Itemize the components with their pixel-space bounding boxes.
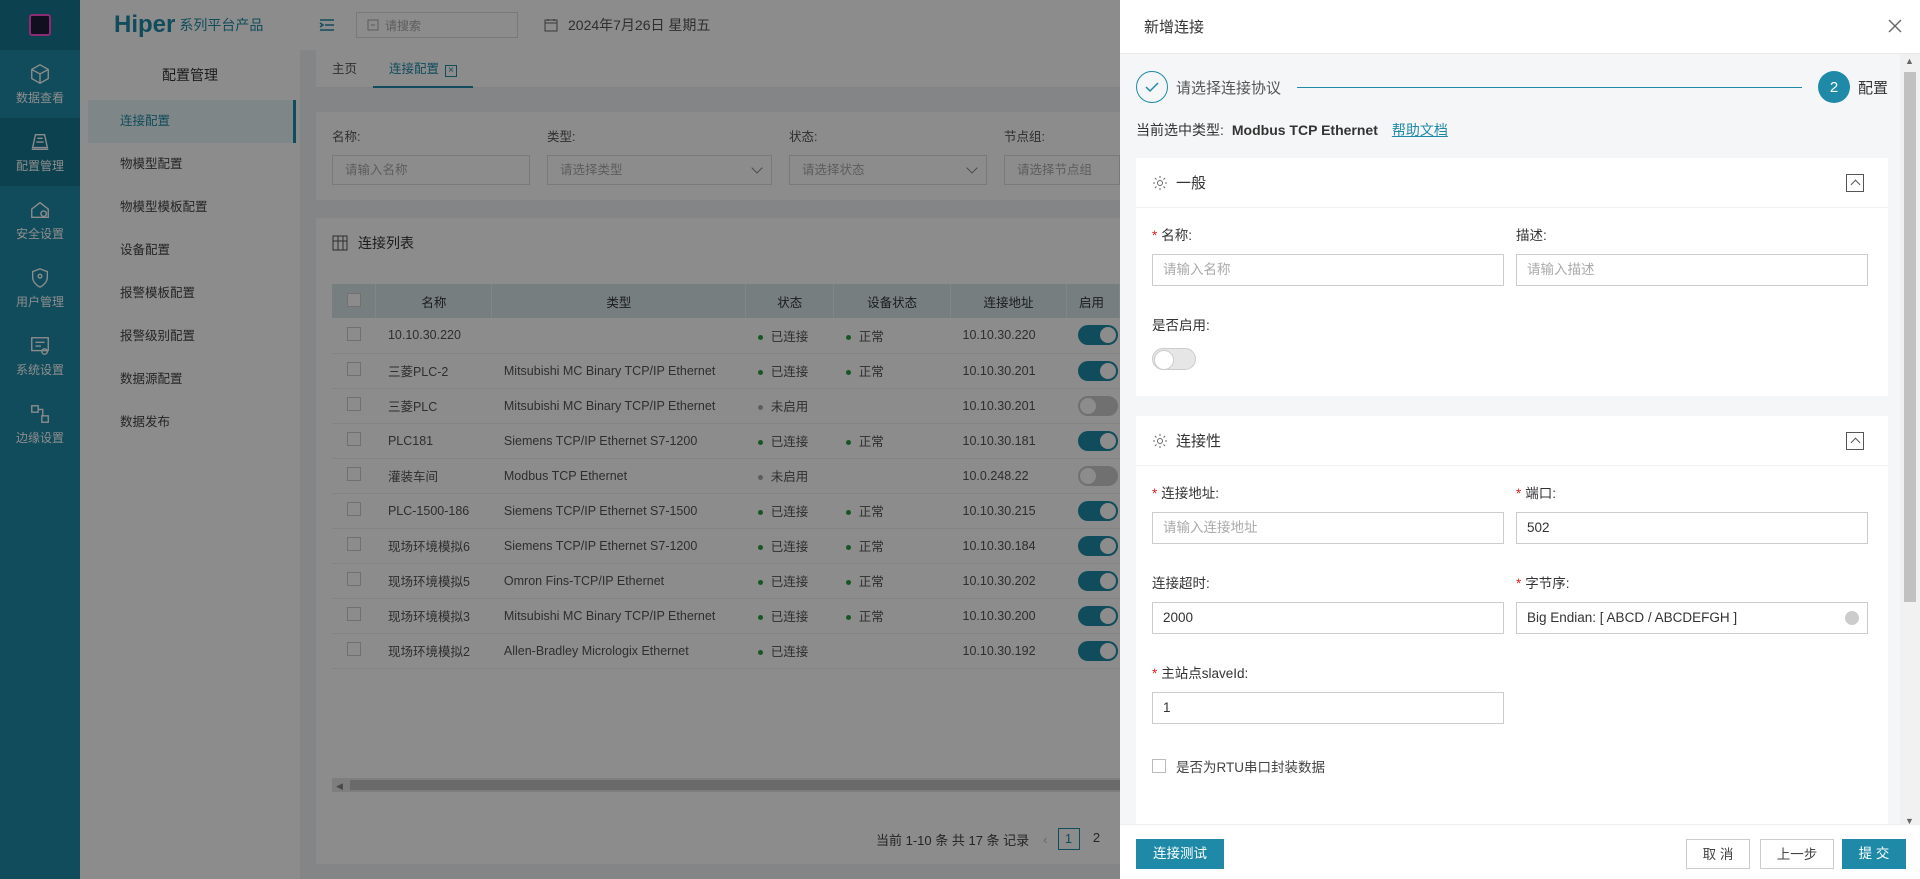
name-field: * 名称: 请输入名称 <box>1152 224 1504 286</box>
timeout-label: 连接超时: <box>1152 576 1210 591</box>
desc-field: 描述: 请输入描述 <box>1516 224 1868 286</box>
timeout-input[interactable]: 2000 <box>1152 602 1504 634</box>
prev-step-button[interactable]: 上一步 <box>1760 839 1834 869</box>
connectivity-card-header: 连接性 <box>1136 416 1888 466</box>
address-field: * 连接地址: 请输入连接地址 <box>1152 482 1504 544</box>
drawer-body: 请选择连接协议 2 配置 当前选中类型: Modbus TCP Ethernet 帮… <box>1120 54 1900 824</box>
test-connection-button[interactable]: 连接测试 <box>1136 839 1224 869</box>
desc-label: 描述: <box>1516 228 1547 243</box>
selected-type-value: Modbus TCP Ethernet <box>1231 122 1378 138</box>
check-icon <box>1145 82 1159 93</box>
slave-id-label: 主站点slaveId: <box>1161 666 1249 681</box>
enable-switch[interactable] <box>1152 348 1196 370</box>
help-doc-link[interactable]: 帮助文档 <box>1392 122 1448 138</box>
drawer-header: 新增连接 <box>1120 0 1920 54</box>
close-icon[interactable] <box>1886 17 1904 35</box>
desc-input[interactable]: 请输入描述 <box>1516 254 1868 286</box>
slave-id-input[interactable]: 1 <box>1152 692 1504 724</box>
gear-icon <box>1153 175 1167 190</box>
selected-type-label: 当前选中类型: <box>1136 122 1224 138</box>
rtu-checkbox[interactable] <box>1152 759 1166 773</box>
selected-type: 当前选中类型: Modbus TCP Ethernet 帮助文档 <box>1136 120 1448 140</box>
address-input[interactable]: 请输入连接地址 <box>1152 512 1504 544</box>
timeout-field: 连接超时: 2000 <box>1152 572 1504 634</box>
name-input[interactable]: 请输入名称 <box>1152 254 1504 286</box>
rtu-checkbox-row[interactable]: 是否为RTU串口封装数据 <box>1152 756 1325 776</box>
byte-order-select[interactable]: Big Endian: [ ABCD / ABCDEFGH ] <box>1516 602 1868 634</box>
general-card-header: 一般 <box>1136 158 1888 208</box>
port-input[interactable]: 502 <box>1516 512 1868 544</box>
step-1-done <box>1136 71 1168 103</box>
new-connection-drawer: 新增连接 请选择连接协议 2 配置 当前选中类型: Modbus TCP Ethe… <box>1120 0 1920 879</box>
drawer-title: 新增连接 <box>1144 19 1205 36</box>
gear-icon <box>1153 433 1167 448</box>
connectivity-card: 连接性 * 连接地址: 请输入连接地址 * 端口: 502 连接超时: 2000 *… <box>1136 416 1888 824</box>
submit-button[interactable]: 提 交 <box>1842 839 1906 869</box>
clear-icon[interactable] <box>1845 611 1859 625</box>
connectivity-card-title: 连接性 <box>1176 433 1222 450</box>
step-1-label: 请选择连接协议 <box>1176 79 1282 97</box>
slave-id-field: * 主站点slaveId: 1 <box>1152 662 1504 724</box>
step-connector <box>1297 86 1802 88</box>
port-field: * 端口: 502 <box>1516 482 1868 544</box>
required-mark: * <box>1152 666 1158 681</box>
required-mark: * <box>1516 576 1522 591</box>
port-label: 端口: <box>1525 486 1557 501</box>
required-mark: * <box>1152 228 1158 243</box>
step-2-label: 配置 <box>1857 79 1888 97</box>
name-label: 名称: <box>1161 228 1193 243</box>
modal-overlay[interactable] <box>0 0 1120 879</box>
drawer-footer: 连接测试 取 消 上一步 提 交 <box>1120 824 1920 879</box>
address-label: 连接地址: <box>1161 486 1220 501</box>
vertical-scrollbar[interactable]: ▲ ▼ <box>1900 54 1920 828</box>
step-2-current: 2 <box>1817 71 1850 103</box>
enable-label: 是否启用: <box>1152 318 1210 333</box>
byte-order-field: * 字节序: Big Endian: [ ABCD / ABCDEFGH ] <box>1516 572 1868 634</box>
rtu-label: 是否为RTU串口封装数据 <box>1176 760 1326 775</box>
required-mark: * <box>1516 486 1522 501</box>
stepper: 请选择连接协议 2 配置 <box>1136 70 1888 104</box>
byte-order-label: 字节序: <box>1525 576 1570 591</box>
cancel-button[interactable]: 取 消 <box>1686 839 1750 869</box>
scroll-up-icon[interactable]: ▲ <box>1905 56 1914 66</box>
required-mark: * <box>1152 486 1158 501</box>
collapse-up-icon[interactable] <box>1846 174 1864 192</box>
collapse-up-icon[interactable] <box>1846 432 1864 450</box>
general-card-title: 一般 <box>1176 175 1207 192</box>
enable-field: 是否启用: <box>1152 314 1210 370</box>
general-card: 一般 * 名称: 请输入名称 描述: 请输入描述 是否启用: <box>1136 158 1888 396</box>
